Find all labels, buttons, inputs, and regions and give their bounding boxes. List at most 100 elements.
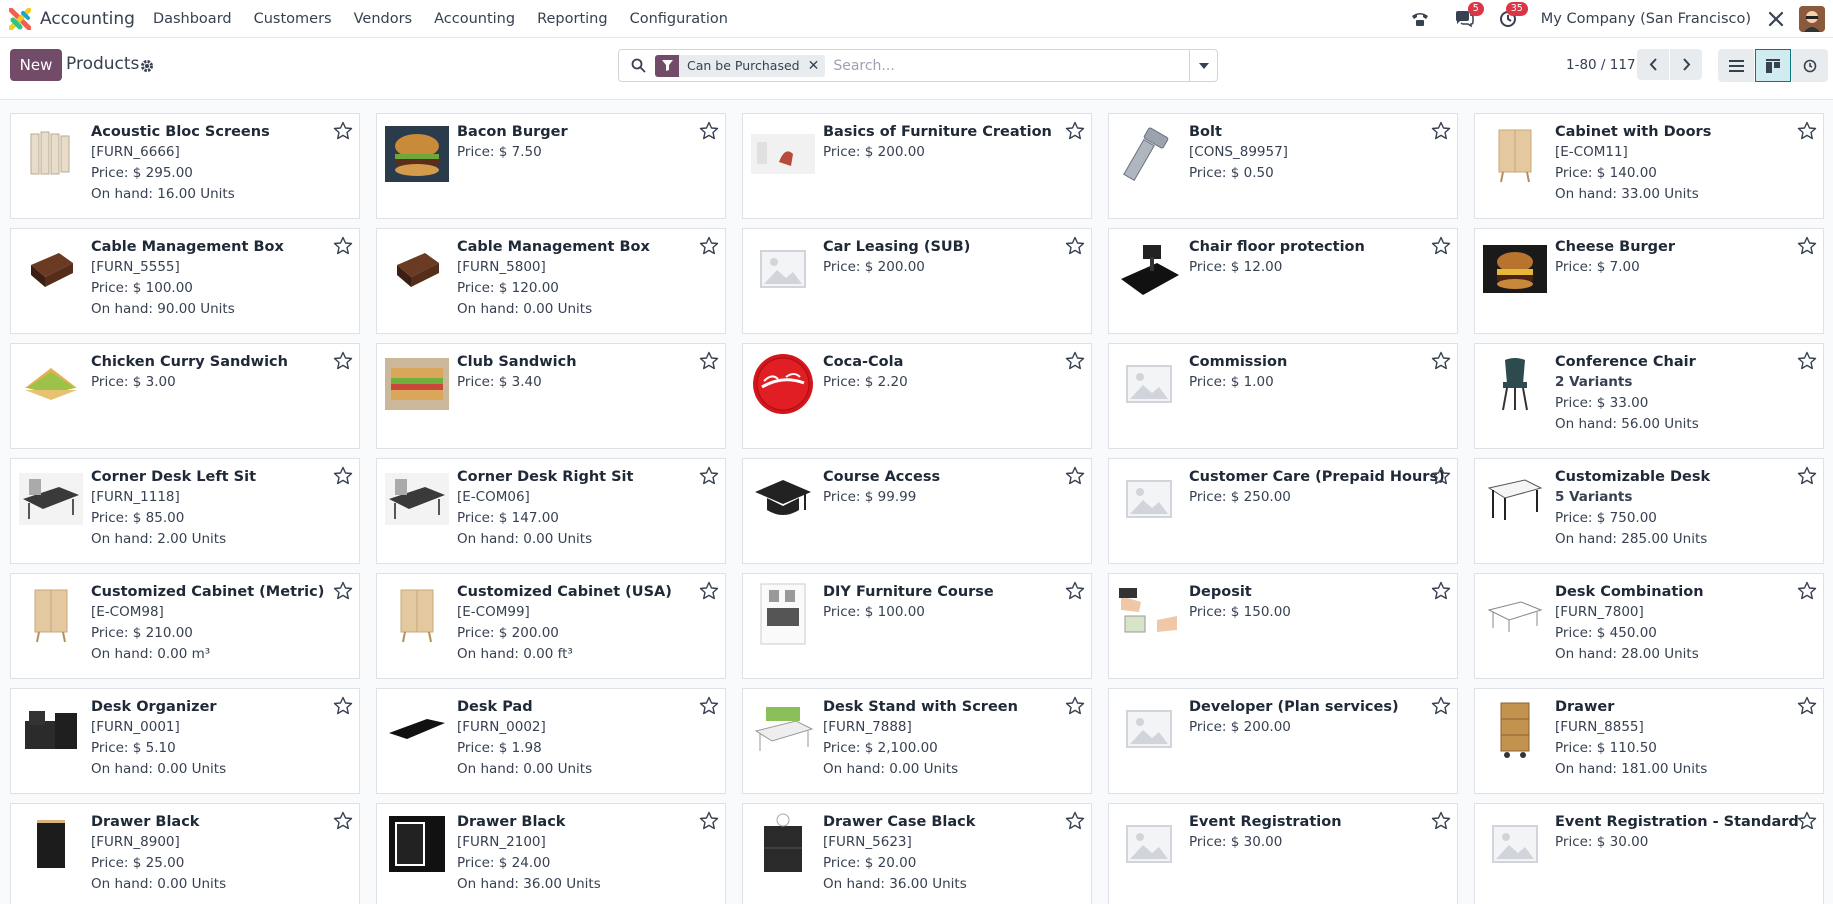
pager-value[interactable]: 1-80 / 117: [1566, 57, 1636, 73]
product-card[interactable]: Event Registration - Standard Price: $ 30…: [1474, 803, 1824, 904]
menu-dashboard[interactable]: Dashboard: [153, 11, 232, 27]
star-icon[interactable]: [699, 236, 719, 256]
product-card[interactable]: Drawer Black [FURN_2100] Price: $ 24.00 On …: [376, 803, 726, 904]
product-card[interactable]: Cable Management Box [FURN_5555] Price: $ …: [10, 228, 360, 334]
star-icon[interactable]: [333, 236, 353, 256]
star-icon[interactable]: [1431, 121, 1451, 141]
product-info: Drawer [FURN_8855] Price: $ 110.50 On hand:…: [1555, 697, 1793, 780]
star-icon[interactable]: [1797, 696, 1817, 716]
list-view-button[interactable]: [1718, 49, 1754, 82]
product-card[interactable]: Desk Pad [FURN_0002] Price: $ 1.98 On hand:…: [376, 688, 726, 794]
star-icon[interactable]: [333, 351, 353, 371]
menu-accounting[interactable]: Accounting: [434, 11, 515, 27]
company-switcher[interactable]: My Company (San Francisco): [1541, 11, 1751, 27]
menu-reporting[interactable]: Reporting: [537, 11, 608, 27]
product-card[interactable]: Club Sandwich Price: $ 3.40: [376, 343, 726, 449]
star-icon[interactable]: [333, 121, 353, 141]
menu-vendors[interactable]: Vendors: [354, 11, 413, 27]
product-card[interactable]: Corner Desk Right Sit [E-COM06] Price: $ 1…: [376, 458, 726, 564]
star-icon[interactable]: [1431, 351, 1451, 371]
product-card[interactable]: Commission Price: $ 1.00: [1108, 343, 1458, 449]
star-icon[interactable]: [699, 351, 719, 371]
pager-next-button[interactable]: [1670, 49, 1702, 80]
product-card[interactable]: Cabinet with Doors [E-COM11] Price: $ 140.…: [1474, 113, 1824, 219]
star-icon[interactable]: [1431, 581, 1451, 601]
menu-customers[interactable]: Customers: [254, 11, 332, 27]
app-logo-icon[interactable]: [9, 7, 31, 30]
activity-view-button[interactable]: [1792, 49, 1828, 82]
product-card[interactable]: Desk Stand with Screen [FURN_7888] Price: …: [742, 688, 1092, 794]
product-card[interactable]: Coca-Cola Price: $ 2.20: [742, 343, 1092, 449]
star-icon[interactable]: [1431, 696, 1451, 716]
product-card[interactable]: Deposit Price: $ 150.00: [1108, 573, 1458, 679]
star-icon[interactable]: [699, 811, 719, 831]
product-card[interactable]: Drawer Black [FURN_8900] Price: $ 25.00 On …: [10, 803, 360, 904]
star-icon[interactable]: [1431, 466, 1451, 486]
product-card[interactable]: Event Registration Price: $ 30.00: [1108, 803, 1458, 904]
star-icon[interactable]: [333, 466, 353, 486]
product-card[interactable]: Desk Organizer [FURN_0001] Price: $ 5.10 On…: [10, 688, 360, 794]
close-icon[interactable]: ✕: [808, 58, 820, 74]
product-card[interactable]: Customized Cabinet (USA) [E-COM99] Price: …: [376, 573, 726, 679]
messages-icon[interactable]: 5: [1453, 2, 1484, 30]
star-icon[interactable]: [699, 466, 719, 486]
product-card[interactable]: Customized Cabinet (Metric) [E-COM98] Pric…: [10, 573, 360, 679]
star-icon[interactable]: [1065, 696, 1085, 716]
product-card[interactable]: Drawer Case Black [FURN_5623] Price: $ 20.…: [742, 803, 1092, 904]
kanban-view-button[interactable]: [1755, 49, 1791, 82]
star-icon[interactable]: [333, 581, 353, 601]
product-card[interactable]: Bacon Burger Price: $ 7.50: [376, 113, 726, 219]
star-icon[interactable]: [699, 121, 719, 141]
star-icon[interactable]: [1431, 811, 1451, 831]
product-card[interactable]: Acoustic Bloc Screens [FURN_6666] Price: $…: [10, 113, 360, 219]
search-icon[interactable]: [623, 51, 653, 81]
search-input[interactable]: [833, 57, 1174, 74]
star-icon[interactable]: [1431, 236, 1451, 256]
star-icon[interactable]: [1065, 811, 1085, 831]
activity-clock-icon[interactable]: 35: [1497, 2, 1528, 30]
product-card[interactable]: Corner Desk Left Sit [FURN_1118] Price: $ …: [10, 458, 360, 564]
star-icon[interactable]: [1797, 351, 1817, 371]
product-info: Desk Organizer [FURN_0001] Price: $ 5.10 On…: [91, 697, 329, 780]
product-card[interactable]: Car Leasing (SUB) Price: $ 200.00: [742, 228, 1092, 334]
user-avatar[interactable]: [1799, 6, 1825, 32]
product-card[interactable]: Customer Care (Prepaid Hours) Price: $ 25…: [1108, 458, 1458, 564]
star-icon[interactable]: [333, 811, 353, 831]
product-card[interactable]: Cable Management Box [FURN_5800] Price: $ …: [376, 228, 726, 334]
product-card[interactable]: Chair floor protection Price: $ 12.00: [1108, 228, 1458, 334]
product-card[interactable]: Developer (Plan services) Price: $ 200.00: [1108, 688, 1458, 794]
product-card[interactable]: Cheese Burger Price: $ 7.00: [1474, 228, 1824, 334]
star-icon[interactable]: [1797, 121, 1817, 141]
product-card[interactable]: Conference Chair 2 Variants Price: $ 33.00…: [1474, 343, 1824, 449]
star-icon[interactable]: [1797, 466, 1817, 486]
star-icon[interactable]: [699, 696, 719, 716]
gear-icon[interactable]: [140, 59, 154, 73]
star-icon[interactable]: [699, 581, 719, 601]
search-options-toggle[interactable]: [1189, 50, 1217, 81]
new-button[interactable]: New: [10, 49, 62, 81]
star-icon[interactable]: [1797, 236, 1817, 256]
phone-icon[interactable]: [1409, 8, 1431, 30]
pager-previous-button[interactable]: [1637, 49, 1669, 80]
product-card[interactable]: Basics of Furniture Creation Price: $ 200…: [742, 113, 1092, 219]
product-card[interactable]: Bolt [CONS_89957] Price: $ 0.50: [1108, 113, 1458, 219]
product-card[interactable]: Customizable Desk 5 Variants Price: $ 750.…: [1474, 458, 1824, 564]
menu-configuration[interactable]: Configuration: [630, 11, 728, 27]
star-icon[interactable]: [1065, 351, 1085, 371]
star-icon[interactable]: [1065, 121, 1085, 141]
star-icon[interactable]: [1065, 466, 1085, 486]
product-card[interactable]: Desk Combination [FURN_7800] Price: $ 450.…: [1474, 573, 1824, 679]
star-icon[interactable]: [1065, 581, 1085, 601]
product-card[interactable]: Chicken Curry Sandwich Price: $ 3.00: [10, 343, 360, 449]
product-card[interactable]: Drawer [FURN_8855] Price: $ 110.50 On hand:…: [1474, 688, 1824, 794]
product-image: [385, 122, 449, 186]
product-card[interactable]: Course Access Price: $ 99.99: [742, 458, 1092, 564]
search-bar[interactable]: Can be Purchased ✕: [618, 49, 1218, 82]
debug-tools-icon[interactable]: [1765, 8, 1787, 30]
star-icon[interactable]: [1797, 581, 1817, 601]
app-name[interactable]: Accounting: [40, 9, 135, 29]
star-icon[interactable]: [1065, 236, 1085, 256]
product-card[interactable]: DIY Furniture Course Price: $ 100.00: [742, 573, 1092, 679]
star-icon[interactable]: [1797, 811, 1817, 831]
star-icon[interactable]: [333, 696, 353, 716]
